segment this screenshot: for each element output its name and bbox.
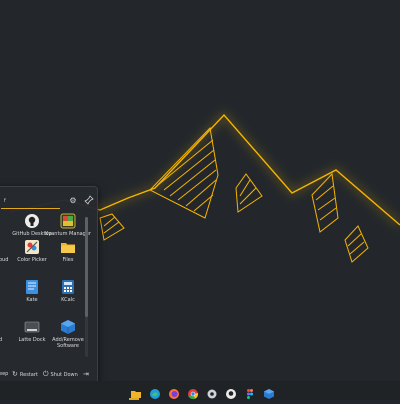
restart-icon: ↻: [12, 370, 18, 378]
partial-app-label: d: [0, 337, 2, 343]
pin-icon[interactable]: [83, 195, 95, 207]
github-icon: [24, 213, 40, 229]
partial-app-label: oud: [0, 257, 9, 263]
sleep-button[interactable]: eep: [0, 369, 8, 379]
folder-icon: [60, 239, 76, 255]
search-input[interactable]: f: [1, 194, 60, 209]
logout-icon: ⇥: [83, 370, 89, 378]
settings-icon[interactable]: [206, 385, 218, 399]
github-icon[interactable]: [225, 385, 237, 399]
calculator-icon: [60, 279, 76, 295]
firefox-icon[interactable]: [168, 385, 180, 399]
application-launcher: f ⚙ GitHub Desktop Kvantum Manager oud C…: [0, 186, 98, 384]
figma-icon[interactable]: [244, 385, 256, 399]
shutdown-button[interactable]: ⏻ Shut Down: [43, 369, 78, 379]
chrome-icon[interactable]: [187, 385, 199, 400]
package-icon: [60, 319, 76, 335]
dock-icon: [24, 319, 40, 335]
app-grid: GitHub Desktop Kvantum Manager oud Color…: [0, 213, 91, 363]
files-icon[interactable]: [130, 385, 142, 398]
sleep-label: eep: [0, 371, 9, 377]
gear-icon[interactable]: ⚙: [67, 195, 79, 207]
scrollbar-thumb[interactable]: [85, 217, 88, 317]
search-row: f ⚙: [0, 191, 97, 211]
launcher-footer: eep ↻Restart ⏻Shut Down ⇥: [0, 367, 97, 381]
logout-button[interactable]: ⇥: [83, 369, 91, 379]
restart-button[interactable]: ↻ Restart: [12, 369, 38, 379]
app-add-remove-software[interactable]: Add/Remove Software: [49, 319, 87, 355]
restart-label: Restart: [19, 372, 38, 378]
kvantum-icon: [60, 213, 76, 229]
scrollbar[interactable]: [85, 217, 88, 357]
edge-icon[interactable]: [149, 385, 161, 399]
kate-icon: [24, 279, 40, 295]
package-icon[interactable]: [263, 385, 275, 399]
app-kcalc[interactable]: KCalc: [49, 279, 87, 315]
power-icon: ⏻: [43, 370, 49, 378]
app-files[interactable]: Files: [49, 239, 87, 275]
taskbar: [0, 381, 400, 400]
color-picker-icon: [24, 239, 40, 255]
shutdown-label: Shut Down: [50, 372, 78, 378]
